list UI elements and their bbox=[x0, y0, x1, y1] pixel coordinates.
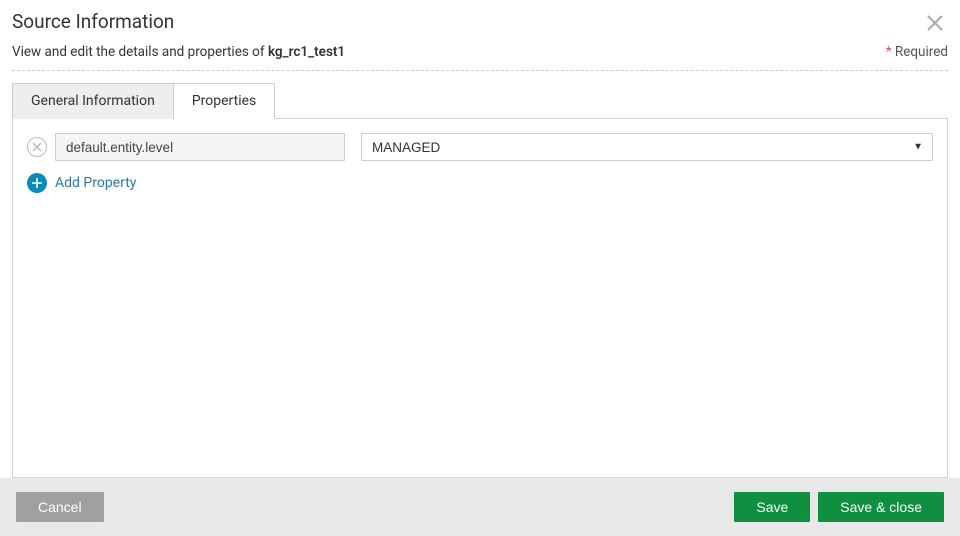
dialog-title: Source Information bbox=[12, 10, 174, 33]
close-icon[interactable] bbox=[922, 10, 948, 36]
cancel-button[interactable]: Cancel bbox=[16, 492, 104, 522]
tab-bar: General Information Properties bbox=[12, 83, 948, 118]
plus-icon bbox=[27, 173, 47, 193]
save-button[interactable]: Save bbox=[734, 492, 810, 522]
required-indicator: * Required bbox=[886, 44, 948, 60]
separator bbox=[12, 70, 948, 71]
add-property-button[interactable]: Add Property bbox=[27, 173, 933, 193]
property-value-select[interactable]: MANAGED bbox=[361, 133, 933, 161]
save-and-close-button[interactable]: Save & close bbox=[818, 492, 944, 522]
dialog-footer: Cancel Save Save & close bbox=[0, 478, 960, 536]
tab-properties[interactable]: Properties bbox=[174, 83, 275, 119]
property-name-input[interactable] bbox=[55, 133, 345, 161]
tab-general-information[interactable]: General Information bbox=[12, 83, 174, 119]
property-row: MANAGED ▼ bbox=[27, 133, 933, 161]
dialog-subtitle: View and edit the details and properties… bbox=[12, 44, 345, 60]
properties-panel: MANAGED ▼ Add Property bbox=[12, 118, 948, 478]
remove-property-icon[interactable] bbox=[27, 137, 47, 157]
add-property-label: Add Property bbox=[55, 175, 136, 191]
